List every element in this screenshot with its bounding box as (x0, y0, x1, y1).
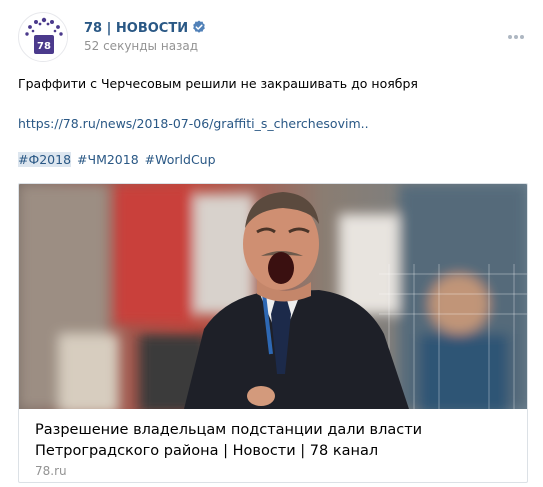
hashtag-worldcup[interactable]: #WorldCup (145, 152, 216, 167)
verified-icon (193, 20, 205, 33)
link-preview-card[interactable]: Разрешение владельцам подстанции дали вл… (18, 183, 528, 483)
hashtag-f2018[interactable]: #Ф2018 (18, 152, 72, 167)
card-title[interactable]: Разрешение владельцам подстанции дали вл… (35, 420, 505, 462)
post-link[interactable]: https://78.ru/news/2018-07-06/graffiti_s… (18, 116, 369, 131)
card-image[interactable] (19, 184, 527, 409)
author-name[interactable]: 78 | НОВОСТИ (84, 20, 206, 36)
hashtags: #Ф2018 #ЧМ2018 #WorldCup (18, 152, 218, 167)
card-domain: 78.ru (35, 464, 67, 478)
post-time[interactable]: 52 секунды назад (84, 39, 198, 53)
card-photo (19, 184, 527, 409)
avatar-text: 78 (37, 41, 51, 52)
post-header: 78 78 | НОВОСТИ 52 секунды назад (18, 12, 528, 64)
channel-logo: 78 (20, 14, 67, 61)
hashtag-chm2018[interactable]: #ЧМ2018 (77, 152, 139, 167)
more-options-icon[interactable] (508, 24, 526, 39)
news-feed-post: 78 78 | НОВОСТИ 52 секунды назад Граффит… (0, 0, 543, 487)
post-text: Граффити с Черчесовым решили не закрашив… (18, 76, 418, 91)
author-name-text: 78 | НОВОСТИ (84, 21, 189, 36)
avatar[interactable]: 78 (18, 12, 68, 62)
